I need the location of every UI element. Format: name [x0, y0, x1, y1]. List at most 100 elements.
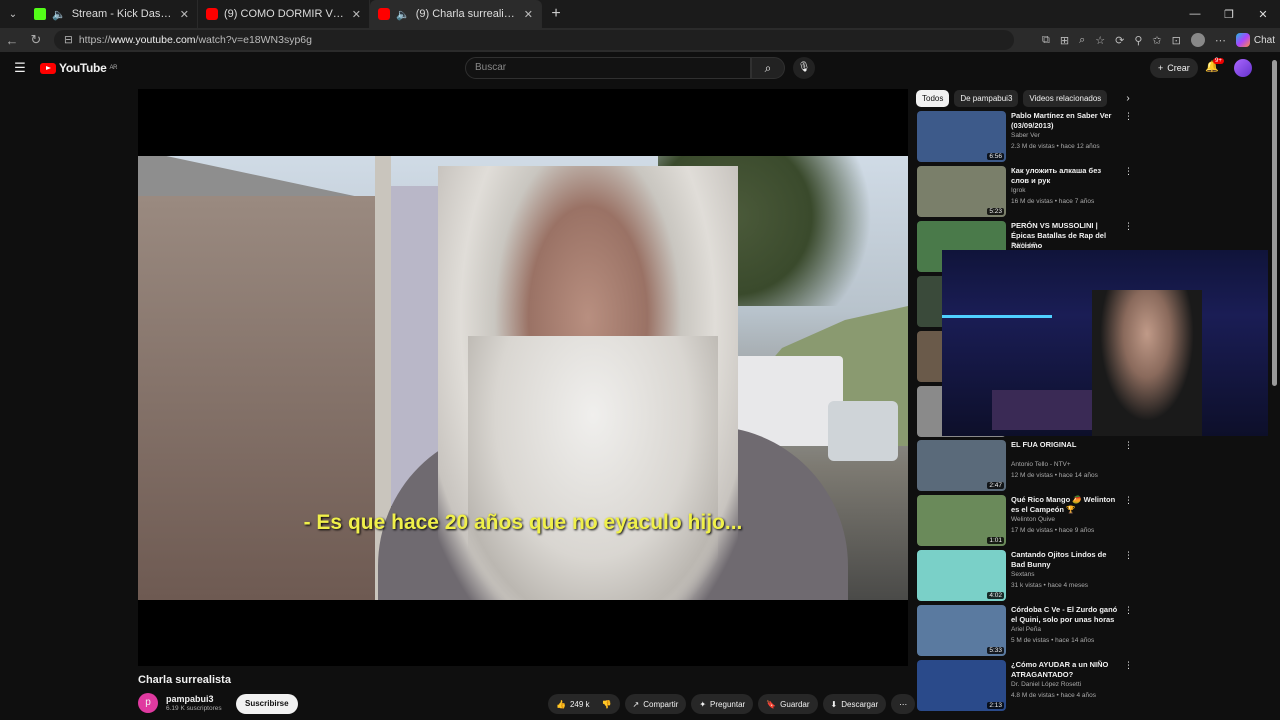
- chip-de-pampabui3[interactable]: De pampabui3: [954, 89, 1019, 107]
- recommendation-item[interactable]: 1:01 Qué Rico Mango 🥭 Welinton es el Camp…: [916, 495, 1133, 547]
- mic-icon: 🎙: [797, 62, 811, 73]
- video-thumbnail[interactable]: 5:23: [917, 166, 1006, 217]
- like-dislike-button[interactable]: 👍 249 k 👎: [548, 694, 620, 714]
- recommendation-item[interactable]: 4:02 Cantando Ojitos Lindos de Bad Bunny S…: [916, 550, 1133, 602]
- close-window-icon[interactable]: ✕: [1246, 0, 1280, 28]
- recommendation-meta: 12 M de vistas • hace 14 años: [1011, 472, 1098, 479]
- recommendation-title[interactable]: Córdoba C Ve - El Zurdo ganó el Quini, s…: [1011, 605, 1119, 625]
- chevron-right-icon[interactable]: ›: [1126, 93, 1129, 104]
- url-scheme: https://: [78, 34, 111, 46]
- youtube-header: ☰ YouTube AR Buscar ⌕ 🎙 + Crear 🔔 9+: [0, 52, 1270, 84]
- video-thumbnail[interactable]: 4:02: [917, 550, 1006, 601]
- split-screen-icon[interactable]: ⚲: [1134, 34, 1142, 47]
- video-thumbnail[interactable]: 2:47: [917, 440, 1006, 491]
- recommendation-title[interactable]: Cantando Ojitos Lindos de Bad Bunny: [1011, 550, 1119, 570]
- video-player[interactable]: - Es que hace 20 años que no eyaculo hij…: [138, 89, 908, 666]
- tab-charla-surrealista[interactable]: 🔈 (9) Charla surrealista - YouTube ✕: [370, 0, 542, 28]
- minimize-icon[interactable]: —: [1178, 0, 1212, 28]
- recommendation-title[interactable]: ¿Cómo AYUDAR a un NIÑO ATRAGANTADO?: [1011, 660, 1119, 680]
- video-thumbnail[interactable]: 2:13: [917, 660, 1006, 711]
- video-thumbnail[interactable]: 6:56: [917, 111, 1006, 162]
- recommendation-channel[interactable]: Saber Ver: [1011, 132, 1040, 139]
- more-vert-icon[interactable]: ⋮: [1124, 166, 1133, 177]
- more-vert-icon[interactable]: ⋮: [1124, 495, 1133, 506]
- scene-wall: [138, 196, 388, 600]
- save-button[interactable]: 🔖 Guardar: [758, 694, 818, 714]
- notification-badge: 9+: [1213, 58, 1224, 64]
- recommendation-item[interactable]: 2:13 ¿Cómo AYUDAR a un NIÑO ATRAGANTADO? D…: [916, 660, 1133, 712]
- more-vert-icon[interactable]: ⋮: [1124, 111, 1133, 122]
- recommendation-item[interactable]: 5:23 Как уложить алкаша без слов и рук Igr…: [916, 166, 1133, 218]
- more-vert-icon[interactable]: ⋮: [1124, 605, 1133, 616]
- like-icon[interactable]: 👍: [556, 700, 566, 709]
- more-menu-icon[interactable]: ⋯: [1215, 34, 1226, 47]
- voice-search-button[interactable]: 🎙: [793, 57, 815, 79]
- video-thumbnail[interactable]: 5:33: [917, 605, 1006, 656]
- url-field[interactable]: ⊟ https://www.youtube.com/watch?v=e18WN3…: [54, 30, 1014, 50]
- more-vert-icon[interactable]: ⋮: [1124, 221, 1133, 232]
- copilot-chat-button[interactable]: Chat: [1235, 33, 1275, 47]
- channel-name[interactable]: pampabui3: [166, 694, 214, 704]
- subscribe-button[interactable]: Suscribirse: [236, 694, 298, 714]
- dislike-icon[interactable]: 👎: [602, 700, 612, 709]
- tab-como-dormir[interactable]: (9) COMO DORMIR VIDEO TUTORIAL ✕: [198, 0, 370, 28]
- page-scrollbar[interactable]: [1270, 52, 1280, 720]
- recommendation-channel[interactable]: RAW-AP: [1011, 242, 1037, 249]
- extensions-icon[interactable]: ⟳: [1115, 34, 1124, 47]
- recommendation-channel[interactable]: Antonio Tello - NTV+: [1011, 461, 1071, 468]
- close-tab-icon[interactable]: ✕: [524, 8, 533, 21]
- youtube-logo[interactable]: YouTube AR: [40, 61, 117, 75]
- recommendation-channel[interactable]: Welinton Quive: [1011, 516, 1055, 523]
- more-actions-button[interactable]: ⋯: [891, 694, 916, 714]
- collections-icon[interactable]: ⊡: [1172, 34, 1181, 47]
- recommendation-title[interactable]: Как уложить алкаша без слов и рук: [1011, 166, 1119, 186]
- more-vert-icon[interactable]: ⋮: [1124, 660, 1133, 671]
- video-thumbnail[interactable]: 1:01: [917, 495, 1006, 546]
- video-frame[interactable]: - Es que hace 20 años que no eyaculo hij…: [138, 156, 908, 600]
- search-input[interactable]: Buscar: [465, 57, 751, 79]
- create-button[interactable]: + Crear: [1150, 58, 1198, 78]
- recommendation-title[interactable]: EL FUA ORIGINAL: [1011, 440, 1119, 450]
- profile-avatar[interactable]: [1190, 33, 1205, 47]
- speaker-icon[interactable]: 🔈: [52, 8, 66, 21]
- user-avatar[interactable]: [1234, 59, 1252, 77]
- recommendation-title[interactable]: Qué Rico Mango 🥭 Welinton es el Campeón …: [1011, 495, 1119, 515]
- more-vert-icon[interactable]: ⋮: [1124, 550, 1133, 561]
- chip-videos-relacionados[interactable]: Videos relacionados: [1023, 89, 1108, 107]
- translate-icon[interactable]: ⧉: [1042, 34, 1050, 47]
- recommendation-meta: 16 M de vistas • hace 7 años: [1011, 198, 1095, 205]
- speaker-icon[interactable]: 🔈: [396, 8, 410, 21]
- more-vert-icon[interactable]: ⋮: [1124, 440, 1133, 451]
- favorites-bar-icon[interactable]: ✩: [1152, 34, 1161, 47]
- close-tab-icon[interactable]: ✕: [352, 8, 361, 21]
- ask-button[interactable]: ✦ Preguntar: [691, 694, 754, 714]
- menu-icon[interactable]: ☰: [0, 60, 40, 76]
- zoom-icon[interactable]: ⌕: [1079, 34, 1085, 47]
- scrollbar-thumb[interactable]: [1272, 60, 1277, 386]
- recommendation-channel[interactable]: Sextans: [1011, 571, 1035, 578]
- search-button[interactable]: ⌕: [751, 57, 785, 79]
- sparkle-icon: ✦: [699, 699, 707, 709]
- tab-actions-menu-icon[interactable]: ⌄: [0, 0, 26, 28]
- favorite-icon[interactable]: ☆: [1095, 34, 1105, 47]
- back-icon[interactable]: ←: [0, 33, 24, 48]
- chip-todos[interactable]: Todos: [916, 89, 950, 107]
- recommendation-item[interactable]: 6:56 Pablo Martínez en Saber Ver (03/09/2…: [916, 111, 1133, 163]
- download-button[interactable]: ⬇ Descargar: [822, 694, 887, 714]
- recommendation-item[interactable]: 5:33 Córdoba C Ve - El Zurdo ganó el Quin…: [916, 605, 1133, 657]
- recommendation-channel[interactable]: Ariel Peña: [1011, 626, 1041, 633]
- reload-icon[interactable]: ↻: [24, 32, 48, 48]
- restore-icon[interactable]: ❐: [1212, 0, 1246, 28]
- tab-kick-dashboard[interactable]: 🔈 Stream - Kick Dashboard ✕: [26, 0, 198, 28]
- share-button[interactable]: ↗ Compartir: [624, 694, 687, 714]
- channel-avatar[interactable]: p: [138, 693, 158, 713]
- create-label: Crear: [1167, 63, 1190, 73]
- new-tab-icon[interactable]: +: [542, 5, 570, 23]
- recommendation-item[interactable]: 2:47 EL FUA ORIGINAL Antonio Tello - NTV+ 1…: [916, 440, 1133, 492]
- site-info-icon[interactable]: ⊟: [64, 34, 73, 46]
- apps-icon[interactable]: ⊞: [1060, 34, 1069, 47]
- recommendation-channel[interactable]: Igrok: [1011, 187, 1025, 194]
- recommendation-channel[interactable]: Dr. Daniel López Rosetti: [1011, 681, 1081, 688]
- recommendation-title[interactable]: Pablo Martínez en Saber Ver (03/09/2013): [1011, 111, 1119, 131]
- close-tab-icon[interactable]: ✕: [180, 8, 189, 21]
